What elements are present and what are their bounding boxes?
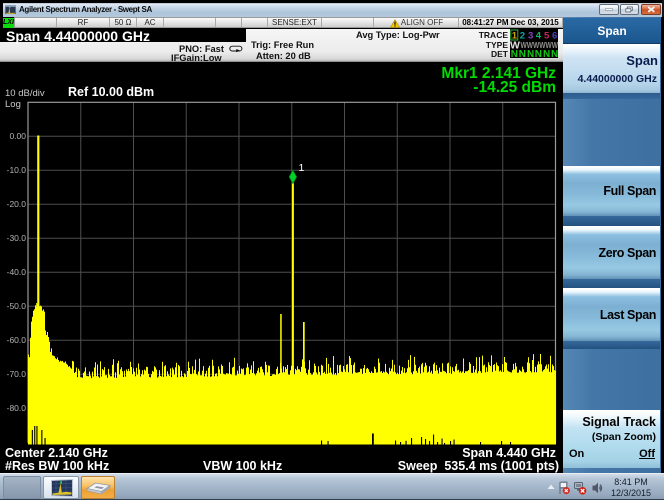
svg-text:N: N xyxy=(535,49,542,58)
svg-text:N: N xyxy=(527,49,534,58)
svg-text:N: N xyxy=(543,49,550,58)
svg-text:N: N xyxy=(511,49,518,58)
svg-text:N: N xyxy=(551,49,558,58)
svg-text:1: 1 xyxy=(299,162,305,174)
svg-text:N: N xyxy=(519,49,526,58)
